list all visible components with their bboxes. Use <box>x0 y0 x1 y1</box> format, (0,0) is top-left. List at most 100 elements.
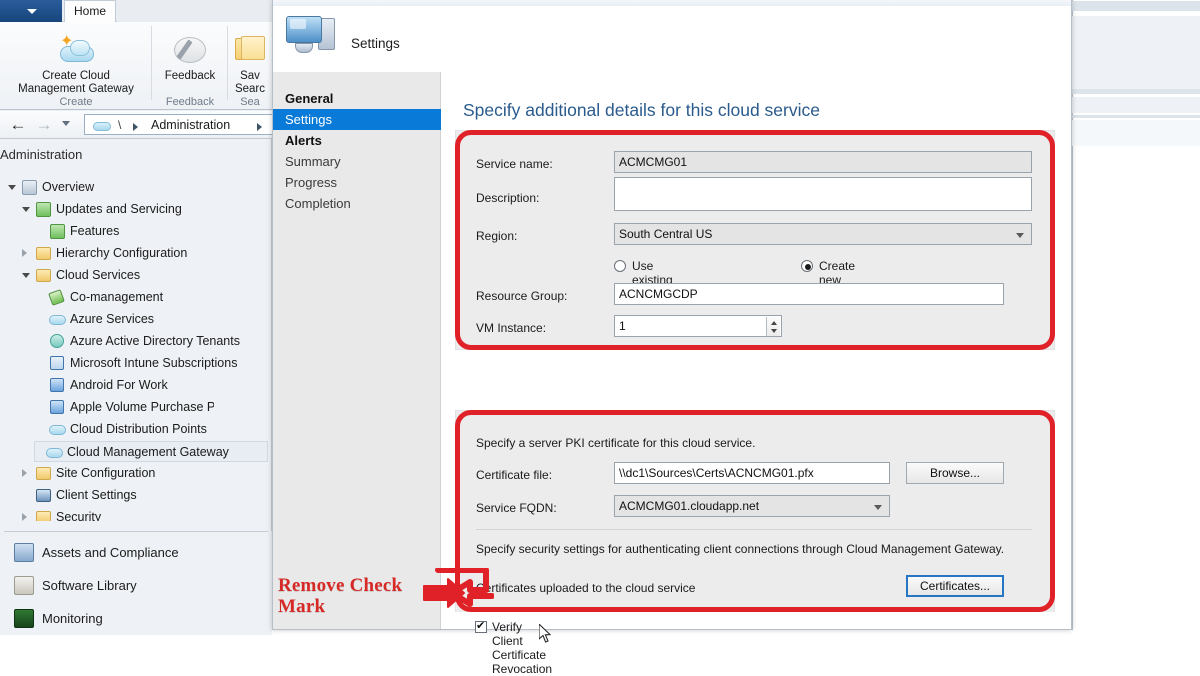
tree-item-label: Azure Active Directory Tenants <box>70 334 240 348</box>
monitoring-icon <box>14 609 34 628</box>
overview-icon <box>22 180 37 195</box>
tree-item-site-configuration[interactable]: Site Configuration <box>4 463 194 484</box>
history-dropdown-icon[interactable] <box>62 121 70 126</box>
tree-item-android-for-work[interactable]: Android For Work <box>4 375 204 396</box>
tree-item-client-settings[interactable]: Client Settings <box>4 485 184 506</box>
tree-item-security[interactable]: Security <box>4 507 184 521</box>
certificate-panel: Specify a server PKI certificate for thi… <box>455 410 1055 612</box>
browse-button[interactable]: Browse... <box>906 462 1004 484</box>
ribbon-group-label-feedback: Feedback <box>165 96 215 108</box>
apple-vpp-icon <box>50 400 64 414</box>
features-icon <box>50 224 65 239</box>
annotation-remove-check-mark: Remove Check Mark <box>278 575 402 617</box>
tree-item-apple-volume-purchase-program-tokens[interactable]: Apple Volume Purchase Program Tok <box>4 397 214 418</box>
tree-item-cloud-distribution-points[interactable]: Cloud Distribution Points <box>4 419 207 440</box>
bg-strip <box>1072 16 1200 89</box>
bg-strip <box>1072 1 1200 11</box>
tree-item-label: Security <box>56 510 102 521</box>
workspace-button-monitoring[interactable]: Monitoring <box>0 602 272 635</box>
create-cloud-management-gateway-wizard: Settings General Settings Alerts Summary… <box>272 0 1072 676</box>
ribbon-menu-caret-icon <box>27 9 37 14</box>
security-settings-text: Specify security settings for authentica… <box>476 542 1005 556</box>
chevron-right-icon-2[interactable] <box>257 123 262 131</box>
tree-item-azure-services[interactable]: Azure Services <box>4 309 189 330</box>
tree-item-label: Overview <box>42 180 95 194</box>
service-fqdn-select[interactable]: ACMCMG01.cloudapp.net <box>614 495 890 517</box>
breadcrumb-administration[interactable]: Administration <box>151 118 230 132</box>
wizard-step-settings[interactable]: Settings <box>273 109 441 130</box>
wizard-step-progress[interactable]: Progress <box>273 172 441 193</box>
tree-item-co-management[interactable]: Co-management <box>4 287 189 308</box>
cloud-icon <box>46 448 63 458</box>
vm-instance-spinner[interactable] <box>766 317 780 336</box>
tree-item-cloud-management-gateway[interactable]: Cloud Management Gateway <box>34 441 268 462</box>
software-library-icon <box>14 576 34 595</box>
save-search-button[interactable]: Sav Searc <box>228 70 272 96</box>
create-cmg-label-line1: Create Cloud <box>42 70 110 82</box>
wizard-header: Settings <box>273 6 1071 72</box>
tree-item-label: Microsoft Intune Subscriptions <box>70 356 238 370</box>
chevron-right-icon[interactable] <box>133 123 138 131</box>
tree-item-microsoft-intune-subscriptions[interactable]: Microsoft Intune Subscriptions <box>4 353 238 374</box>
workspace-button-software-library[interactable]: Software Library <box>0 569 272 602</box>
mouse-cursor <box>539 624 552 643</box>
bg-strip <box>1072 89 1200 94</box>
tree-item-cloud-services[interactable]: Cloud Services <box>4 265 184 286</box>
workspace-divider <box>4 531 268 532</box>
radio-dot <box>801 260 813 272</box>
certificates-uploaded-text: Certificates uploaded to the cloud servi… <box>476 581 696 595</box>
create-cloud-management-gateway-button[interactable]: Create Cloud Management Gateway <box>0 70 152 96</box>
wizard-step-alerts[interactable]: Alerts <box>273 130 441 151</box>
wizard-header-title: Settings <box>351 36 400 51</box>
tree-item-label: Updates and Servicing <box>56 202 182 216</box>
create-cmg-label-line2: Management Gateway <box>18 83 134 95</box>
tree-item-updates-and-servicing[interactable]: Updates and Servicing <box>4 199 214 220</box>
feedback-button[interactable]: Feedback <box>152 70 228 83</box>
bg-strip <box>1072 97 1200 113</box>
service-fqdn-label: Service FQDN: <box>476 501 557 515</box>
wizard-step-general[interactable]: General <box>273 88 441 109</box>
ribbon-body: ✦ Create Cloud Management Gateway Create… <box>0 22 272 110</box>
computer-settings-icon <box>285 14 337 60</box>
tab-home[interactable]: Home <box>64 0 116 22</box>
description-input[interactable] <box>614 177 1032 211</box>
workspace-button-assets-and-compliance[interactable]: Assets and Compliance <box>0 536 272 569</box>
pencil-feedback-icon <box>172 34 208 66</box>
workspace-label: Assets and Compliance <box>42 545 179 560</box>
tree-item-label: Features <box>70 224 120 238</box>
certificate-file-input[interactable]: \\dc1\Sources\Certs\ACNCMG01.pfx <box>614 462 890 484</box>
chevron-down-icon <box>874 505 882 510</box>
service-name-input[interactable]: ACMCMG01 <box>614 151 1032 173</box>
forward-arrow-icon[interactable]: → <box>34 116 54 134</box>
tree-item-features[interactable]: Features <box>4 221 184 242</box>
tree-item-azure-active-directory-tenants[interactable]: Azure Active Directory Tenants <box>4 331 240 352</box>
cloud-icon <box>49 425 66 435</box>
vm-instance-stepper[interactable]: 1 <box>614 315 782 337</box>
region-select[interactable]: South Central US <box>614 223 1032 245</box>
tree-item-label: Cloud Distribution Points <box>70 422 207 436</box>
tree-item-overview[interactable]: Overview <box>4 177 164 198</box>
ribbon-group-label-search: Sea <box>240 96 260 108</box>
tree-item-label: Site Configuration <box>56 466 156 480</box>
tree-item-hierarchy-configuration[interactable]: Hierarchy Configuration <box>4 243 219 264</box>
ribbon-menu-button[interactable] <box>0 0 62 22</box>
wizard-step-summary[interactable]: Summary <box>273 151 441 172</box>
tree-item-label: Azure Services <box>70 312 155 326</box>
save-search-label-line1: Sav <box>240 70 260 82</box>
back-arrow-icon[interactable]: ← <box>8 116 28 134</box>
breadcrumb[interactable]: \ Administration <box>84 114 272 135</box>
certificate-file-label: Certificate file: <box>476 468 553 482</box>
service-name-label: Service name: <box>476 157 553 171</box>
resource-group-input[interactable]: ACNCMGCDP <box>614 283 1004 305</box>
tree-item-label: Client Settings <box>56 488 137 502</box>
cloud-icon <box>49 315 66 325</box>
assets-compliance-icon <box>14 543 34 562</box>
service-fqdn-value: ACMCMG01.cloudapp.net <box>619 499 760 513</box>
certificates-button[interactable]: Certificates... <box>906 575 1004 597</box>
vm-instance-value: 1 <box>619 319 626 333</box>
wizard-step-completion[interactable]: Completion <box>273 193 441 214</box>
folder-icon <box>36 247 51 260</box>
save-search-label-line2: Searc <box>234 83 266 95</box>
aad-tenants-icon <box>50 334 64 348</box>
intune-icon <box>50 356 64 370</box>
